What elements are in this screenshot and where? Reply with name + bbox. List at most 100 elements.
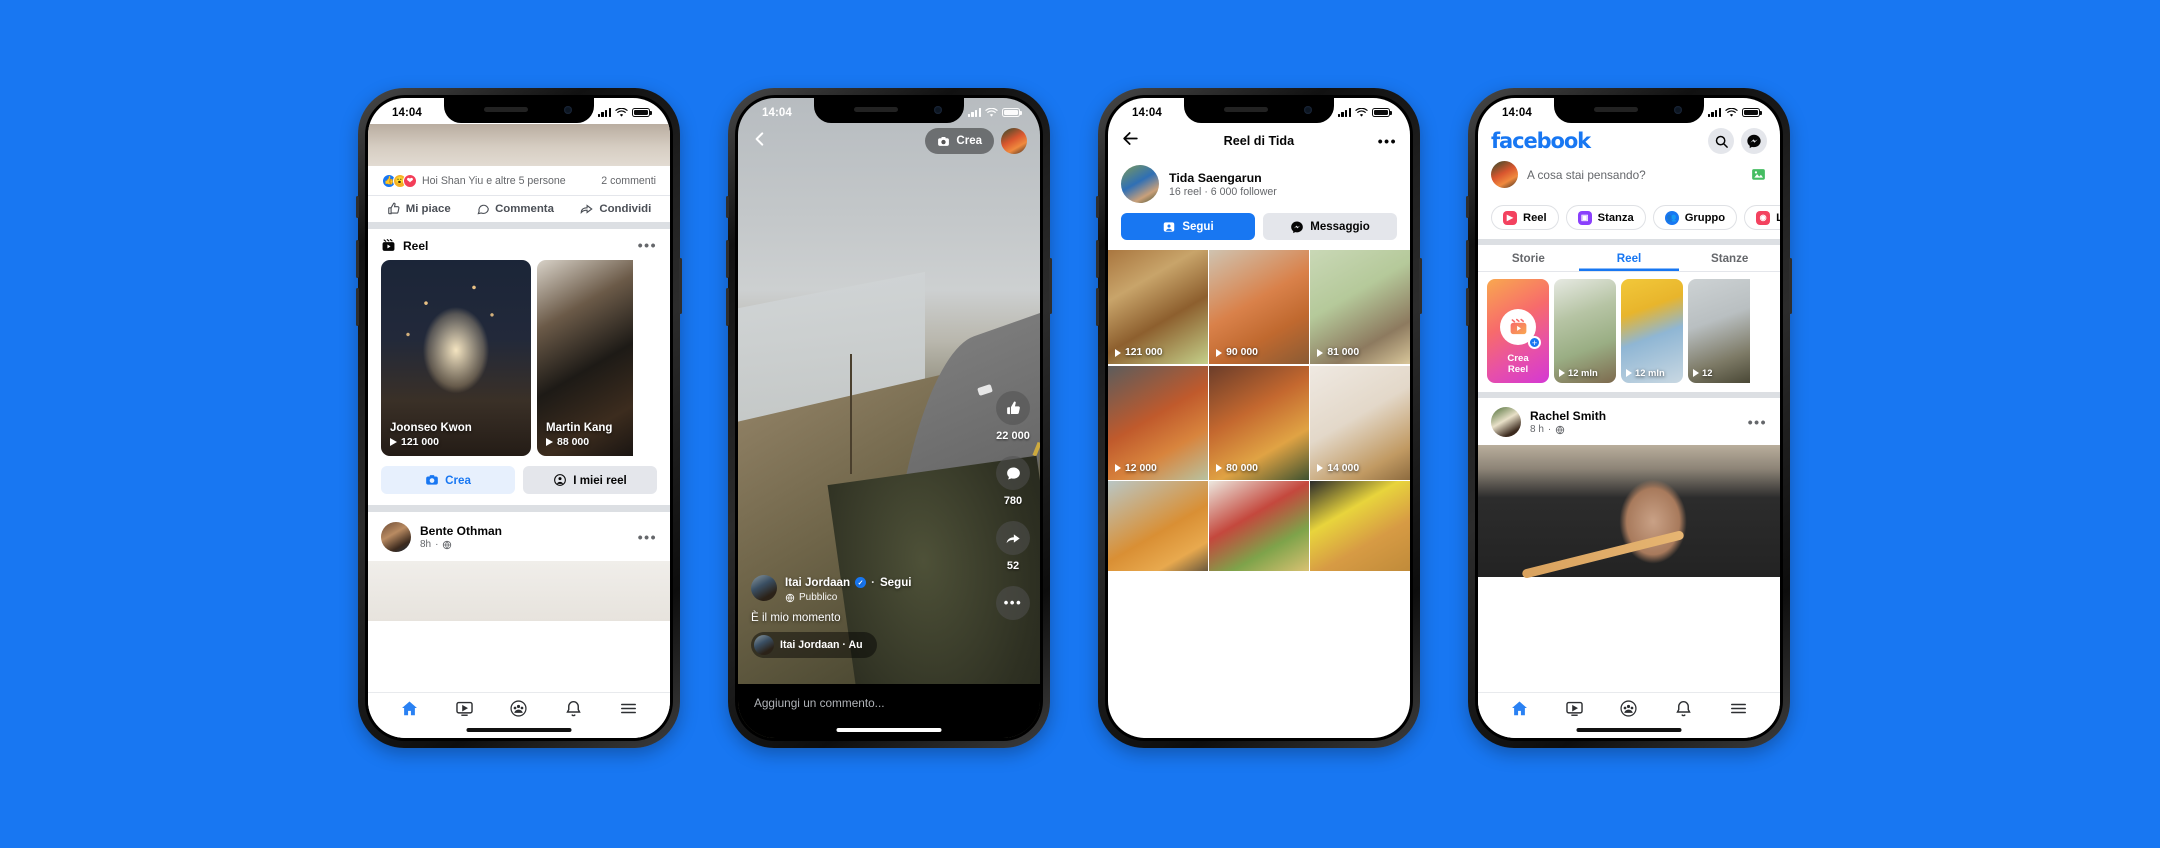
menu-icon[interactable] <box>1729 699 1748 723</box>
camera-icon <box>938 136 950 146</box>
notch <box>1554 98 1704 123</box>
post-image[interactable] <box>368 561 670 621</box>
audio-label: Itai Jordaan · Au <box>780 639 863 651</box>
avatar[interactable] <box>381 522 411 552</box>
groups-icon[interactable] <box>509 699 528 723</box>
audio-attribution-chip[interactable]: Itai Jordaan · Au <box>751 632 877 658</box>
create-reel-line1: Crea <box>1507 352 1529 364</box>
chip-gruppo[interactable]: 👥 Gruppo <box>1652 205 1738 230</box>
reel-grid-cell[interactable] <box>1310 481 1410 571</box>
reel-plays: 12 mln <box>1635 367 1665 378</box>
composer-placeholder[interactable]: A cosa stai pensando? <box>1527 168 1741 182</box>
comment-button[interactable] <box>996 456 1030 490</box>
bell-icon[interactable] <box>564 699 583 723</box>
profile-stats: 16 reel · 6 000 follower <box>1169 185 1277 198</box>
reel-plays: 12 mln <box>1568 367 1598 378</box>
reel-card: Joonseo Kwon 121 000 <box>381 260 531 456</box>
reactions-text: Hoi Shan Yiu e altre 5 persone <box>422 175 566 187</box>
home-icon[interactable] <box>1510 699 1529 723</box>
share-button[interactable] <box>996 521 1030 555</box>
reel-grid-cell[interactable]: 81 000 <box>1310 250 1410 364</box>
messenger-icon <box>1291 221 1304 233</box>
like-label: Mi piace <box>405 203 451 215</box>
crea-button[interactable]: Crea <box>381 466 515 494</box>
search-icon[interactable] <box>1708 128 1734 154</box>
reel-tile[interactable]: 12 mln <box>1554 279 1616 383</box>
author-avatar[interactable] <box>751 575 777 601</box>
avatar[interactable] <box>1491 161 1518 188</box>
user-avatar[interactable] <box>1001 128 1027 154</box>
reel-grid-cell[interactable]: 14 000 <box>1310 365 1410 480</box>
globe-icon <box>785 593 795 602</box>
profile-actions: Segui Messaggio <box>1108 203 1410 250</box>
back-arrow-icon[interactable] <box>1121 129 1140 153</box>
composer-row[interactable]: A cosa stai pensando? <box>1478 161 1780 197</box>
reel-grid-cell[interactable]: 80 000 <box>1209 365 1309 480</box>
like-button[interactable] <box>996 391 1030 425</box>
reel-plays: 80 000 <box>1226 462 1258 474</box>
reel-grid-cell[interactable]: 90 000 <box>1209 250 1309 364</box>
post-reactions-bar[interactable]: 👍 😮 ❤ Hoi Shan Yiu e altre 5 persone 2 c… <box>368 166 670 195</box>
share-button[interactable]: Condividi <box>579 202 651 216</box>
facebook-logo[interactable]: facebook <box>1491 129 1591 153</box>
message-button[interactable]: Messaggio <box>1263 213 1397 240</box>
reel-grid-cell[interactable] <box>1108 481 1208 571</box>
camera-icon <box>426 475 438 485</box>
play-icon <box>1559 368 1565 377</box>
watch-icon[interactable] <box>455 699 474 723</box>
reel-card: Martin Kang 88 000 <box>537 260 633 456</box>
reel-author: Martin Kang <box>546 422 613 434</box>
reel-grid-cell[interactable]: 12 000 <box>1108 365 1208 480</box>
comments-count[interactable]: 2 commenti <box>601 175 656 187</box>
comment-label: Commenta <box>495 203 554 215</box>
reel-grid-cell[interactable]: 121 000 <box>1108 250 1208 364</box>
reels-carousel[interactable]: + Crea Reel 12 mln 12 mln 12 <box>1478 272 1780 392</box>
groups-icon[interactable] <box>1619 699 1638 723</box>
follow-button[interactable]: Segui <box>1121 213 1255 240</box>
tab-stanze[interactable]: Stanze <box>1679 245 1780 271</box>
bell-icon[interactable] <box>1674 699 1693 723</box>
reel-tile[interactable]: 12 <box>1688 279 1750 383</box>
post-menu[interactable]: ••• <box>1748 414 1767 429</box>
chip-reel[interactable]: ▶ Reel <box>1491 205 1559 230</box>
reels-tray[interactable]: Joonseo Kwon 121 000 Martin Kang 88 000 <box>368 260 670 456</box>
home-icon[interactable] <box>400 699 419 723</box>
post-author[interactable]: Rachel Smith <box>1530 409 1739 423</box>
reel-plays: 121 000 <box>1125 347 1163 358</box>
person-circle-icon <box>554 474 567 486</box>
comment-button[interactable]: Commenta <box>476 202 554 216</box>
chip-live[interactable]: ◉ Li <box>1744 205 1780 230</box>
reel-grid-cell[interactable] <box>1209 481 1309 571</box>
avatar[interactable] <box>1121 165 1159 203</box>
home-indicator <box>1576 728 1682 732</box>
tab-storie[interactable]: Storie <box>1478 245 1579 271</box>
create-reel-tile[interactable]: + Crea Reel <box>1487 279 1549 383</box>
notch <box>1184 98 1334 123</box>
create-reel-chip[interactable]: Crea <box>925 128 994 154</box>
my-reels-button[interactable]: I miei reel <box>523 466 657 494</box>
avatar[interactable] <box>1491 407 1521 437</box>
reel-plays: 14 000 <box>1327 462 1360 474</box>
menu-icon[interactable] <box>619 699 638 723</box>
privacy-label: Pubblico <box>799 592 838 603</box>
chip-label: Reel <box>1523 211 1547 224</box>
messenger-icon[interactable] <box>1741 128 1767 154</box>
chip-stanza[interactable]: ▣ Stanza <box>1565 205 1646 230</box>
home-indicator <box>1206 728 1312 732</box>
phone-3-profile-reels: 14:04 Reel di Tida ••• Tida Saengarun 16… <box>1096 88 1422 748</box>
profile-menu[interactable]: ••• <box>1378 133 1397 148</box>
post-image[interactable] <box>1478 445 1780 579</box>
watch-icon[interactable] <box>1565 699 1584 723</box>
post-author[interactable]: Bente Othman <box>420 524 629 538</box>
back-chevron-icon[interactable] <box>751 130 769 153</box>
like-button[interactable]: Mi piace <box>387 202 451 216</box>
follow-link[interactable]: Segui <box>880 576 912 589</box>
tab-reel[interactable]: Reel <box>1579 245 1680 271</box>
reel-tile[interactable]: 12 mln <box>1621 279 1683 383</box>
reel-author: Joonseo Kwon <box>390 422 472 434</box>
reel-author-name[interactable]: Itai Jordaan <box>785 576 850 589</box>
chip-label: Li <box>1776 211 1780 224</box>
more-dots-icon[interactable]: ••• <box>996 586 1030 620</box>
reels-tray-menu[interactable]: ••• <box>638 238 657 253</box>
post-menu[interactable]: ••• <box>638 529 657 544</box>
